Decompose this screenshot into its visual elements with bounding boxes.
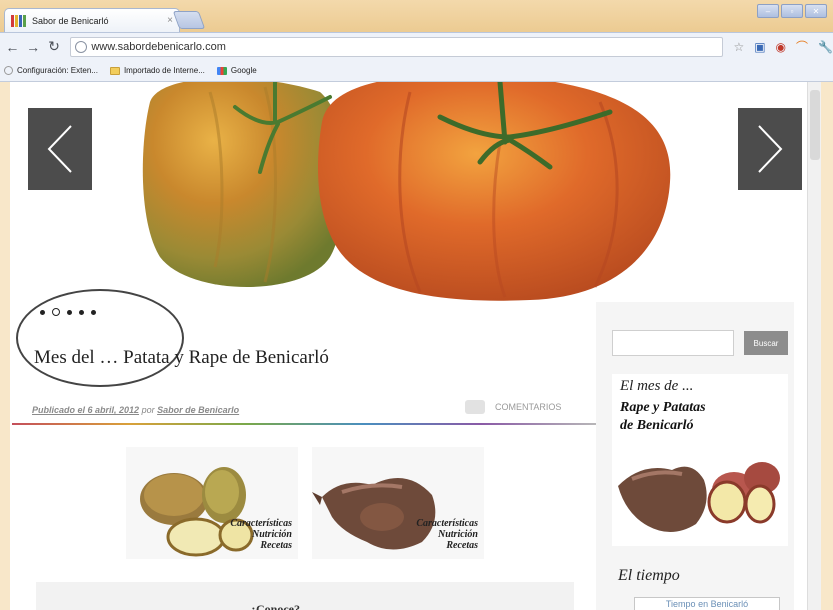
chevron-left-icon: [47, 125, 72, 173]
browser-tab[interactable]: Sabor de Benicarló ×: [4, 8, 180, 32]
search-input[interactable]: [612, 330, 734, 356]
search-button[interactable]: Buscar: [744, 331, 788, 355]
weather-link[interactable]: Tiempo en Benicarló: [634, 597, 780, 610]
star-bookmark-icon[interactable]: ☆: [733, 40, 744, 54]
promo-box[interactable]: El mes de ... Rape y Patatas de Benicarl…: [612, 374, 788, 546]
bookmark-item-imported[interactable]: Importado de Interne...: [109, 66, 205, 75]
post-meta: Publicado el 6 abril, 2012 por Sabor de …: [32, 405, 239, 415]
chevron-right-icon: [758, 125, 783, 173]
bottom-banner[interactable]: ¿Conoce?: [36, 582, 574, 610]
post-by: por: [141, 405, 155, 415]
rainbow-divider: [12, 423, 598, 425]
tomato-image: [142, 82, 671, 301]
card-line: Nutrición: [437, 529, 478, 540]
hero-slider: [10, 82, 807, 302]
bottom-banner-text: ¿Conoce?: [250, 602, 300, 610]
card-potato[interactable]: Características Nutrición Recetas: [126, 447, 298, 559]
card-line: Recetas: [260, 540, 292, 551]
minimize-icon[interactable]: –: [757, 4, 779, 18]
folder-icon: [109, 66, 120, 75]
site-favicon-icon: [11, 14, 26, 27]
card-line: Características: [416, 518, 478, 529]
forward-arrow-icon[interactable]: →: [25, 38, 42, 56]
address-bar[interactable]: www.sabordebenicarlo.com: [70, 36, 724, 57]
bookmark-item-google[interactable]: Google: [216, 66, 257, 75]
reload-icon[interactable]: ↻: [46, 38, 63, 56]
maximize-icon[interactable]: ▫: [781, 4, 803, 18]
annotation-circle: [16, 289, 184, 387]
weather-title: El tiempo: [618, 567, 680, 584]
card-line: Características: [230, 518, 292, 529]
card-rape-text: Características Nutrición Recetas: [416, 518, 478, 551]
slider-next-button[interactable]: [738, 108, 802, 190]
page-globe-icon: [75, 40, 88, 53]
comments-label: COMENTARIOS: [495, 402, 562, 412]
tab-title: Sabor de Benicarló: [32, 15, 109, 26]
bookmark-label: Configuración: Exten...: [17, 66, 98, 75]
rss-icon[interactable]: ⌒: [796, 38, 808, 55]
scrollbar-thumb[interactable]: [810, 90, 820, 160]
tab-bar: Sabor de Benicarló × – ▫ ✕: [0, 0, 833, 32]
post-title[interactable]: Mes del … Patata y Rape de Benicarló: [34, 347, 329, 369]
post-author-link[interactable]: Sabor de Benicarlo: [157, 405, 239, 415]
new-tab-button[interactable]: [172, 11, 206, 29]
settings-icon: [4, 66, 13, 75]
bookmark-item-config[interactable]: Configuración: Exten...: [4, 66, 98, 75]
slider-prev-button[interactable]: [28, 108, 92, 190]
bookmark-label: Importado de Interne...: [123, 66, 205, 75]
promo-image: [618, 462, 780, 533]
bookmark-label: Google: [230, 66, 257, 75]
tab-close-icon[interactable]: ×: [167, 15, 173, 26]
comments-link[interactable]: COMENTARIOS: [465, 400, 561, 414]
page-viewport: Mes del … Patata y Rape de Benicarló Pub…: [10, 82, 821, 610]
wrench-icon[interactable]: 🔧: [818, 40, 833, 54]
card-rape[interactable]: Características Nutrición Recetas: [312, 447, 484, 559]
card-line: Nutrición: [251, 529, 292, 540]
record-icon[interactable]: ◉: [776, 40, 786, 54]
comment-bubble-icon: [465, 400, 485, 414]
extension-icon[interactable]: ▣: [754, 40, 765, 54]
card-line: Recetas: [446, 540, 478, 551]
browser-toolbar: ← → ↻ www.sabordebenicarlo.com ☆ ▣ ◉ ⌒ 🔧: [0, 32, 833, 60]
bookmarks-bar: Configuración: Exten... Importado de Int…: [0, 60, 833, 82]
feature-cards: Características Nutrición Recetas Caract…: [126, 447, 484, 559]
post-date-link[interactable]: Publicado el 6 abril, 2012: [32, 405, 139, 415]
google-icon: [216, 66, 227, 75]
window-controls: – ▫ ✕: [757, 4, 827, 18]
scrollbar[interactable]: [807, 82, 821, 610]
back-arrow-icon[interactable]: ←: [4, 38, 21, 56]
sidebar: Buscar El mes de ... Rape y Patatas de B…: [596, 302, 794, 610]
card-potato-text: Características Nutrición Recetas: [230, 518, 292, 551]
extensions-area: ☆ ▣ ◉ ⌒ 🔧: [733, 38, 833, 55]
close-window-icon[interactable]: ✕: [805, 4, 827, 18]
url-text: www.sabordebenicarlo.com: [91, 40, 226, 53]
